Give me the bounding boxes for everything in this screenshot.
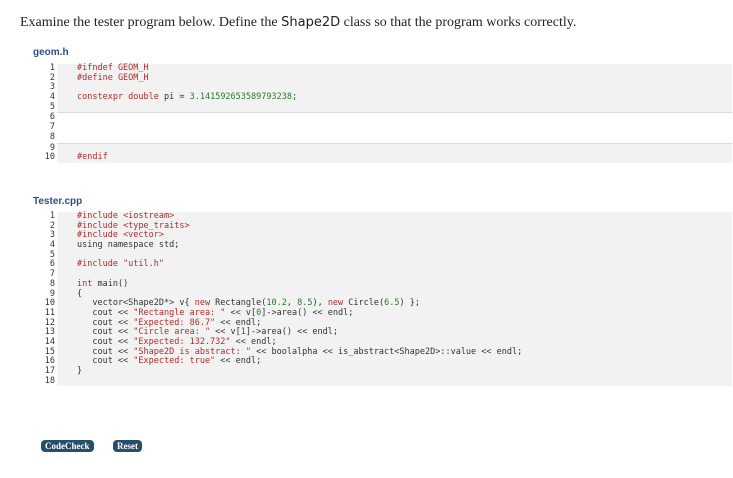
geom-file-label: geom.h xyxy=(33,47,69,58)
code-token: <vector> xyxy=(123,230,165,241)
code-token: new xyxy=(327,298,344,309)
reset-button[interactable]: Reset xyxy=(113,440,142,452)
code-token: ) }; xyxy=(399,298,420,309)
code-token: ]->area() << endl; xyxy=(261,307,354,318)
code-token: ]->area() << endl; xyxy=(245,327,339,338)
code-token: using namespace std; xyxy=(77,240,180,251)
code-token: 3.141592653589793238 xyxy=(189,92,292,103)
codecheck-button[interactable]: CodeCheck xyxy=(41,440,94,452)
code-token: #define GEOM_H xyxy=(77,72,149,83)
geom-code-panel: 1 #ifndef GEOM_H 2 #define GEOM_H 3 4 const… xyxy=(45,63,732,163)
code-token: << endl; xyxy=(215,317,262,328)
code-token: #include xyxy=(77,211,124,221)
code-line: 6 #include "util.h" xyxy=(50,259,732,270)
line-number: 10 xyxy=(44,152,55,163)
code-token: #include xyxy=(77,259,124,270)
code-line: 1 #ifndef GEOM_H xyxy=(50,63,732,74)
code-line: 8 int main() xyxy=(50,278,732,290)
code-token: Circle( xyxy=(343,298,385,309)
code-token: cout << xyxy=(77,346,134,357)
code-token: ; xyxy=(291,92,298,103)
code-line: 9 xyxy=(50,143,732,154)
code-token: int xyxy=(77,278,93,289)
line-number: 8 xyxy=(49,131,55,142)
code-line: 5 xyxy=(50,102,732,113)
code-token: <iostream> xyxy=(123,211,175,221)
prompt-text-before: Examine the tester program below. Define… xyxy=(20,15,282,30)
code-token: #endif xyxy=(77,152,108,163)
code-token: "Expected: 86.7" xyxy=(133,317,216,328)
code-token: cout << xyxy=(77,317,134,328)
code-line: 18 xyxy=(45,376,732,387)
code-token: 10.2 xyxy=(266,298,287,309)
editable-code-area[interactable]: 6 7 8 xyxy=(50,112,732,144)
code-token: } xyxy=(77,366,83,376)
code-token: "Shape2D is abstract: " xyxy=(133,346,251,357)
code-token: , xyxy=(286,298,298,309)
code-line: 2 #define GEOM_H xyxy=(50,72,732,84)
code-line: 7 xyxy=(50,269,732,280)
code-line: 6 xyxy=(50,113,732,123)
code-line: 8 xyxy=(50,132,732,143)
code-token: #include xyxy=(77,220,124,231)
code-line: 17} xyxy=(45,366,732,377)
code-line: 4 using namespace std; xyxy=(50,240,732,251)
code-token: constexpr double xyxy=(77,92,159,103)
code-token: vector<Shape2D*> v{ xyxy=(77,298,195,309)
code-token: "Rectangle area: " xyxy=(133,307,226,318)
code-token: "Circle area: " xyxy=(133,327,211,338)
problem-statement: Examine the tester program below. Define… xyxy=(20,15,576,31)
code-line: 7 xyxy=(50,122,732,133)
code-line: 4 constexpr double pi = 3.141592653589793… xyxy=(50,92,732,103)
code-token: 6.5 xyxy=(384,298,400,309)
line-number: 5 xyxy=(49,101,55,112)
code-token: cout << xyxy=(77,327,134,338)
code-token: << endl; xyxy=(230,336,277,347)
class-name: Shape2D xyxy=(281,15,341,30)
code-token: << endl; xyxy=(215,356,262,367)
prompt-text-after: class so that the program works correctl… xyxy=(340,15,577,30)
code-token: << v[ xyxy=(225,307,257,318)
code-token: ), xyxy=(312,298,328,309)
code-token: pi = xyxy=(158,92,190,103)
code-token: "util.h" xyxy=(123,259,165,270)
code-token: main() xyxy=(92,278,129,289)
code-token: << boolalpha << is_abstract<Shape2D>::va… xyxy=(251,346,523,357)
code-token: Rectangle( xyxy=(210,298,267,309)
code-token: cout << xyxy=(77,336,134,347)
code-line: 16 cout << "Expected: true" << endl; xyxy=(45,356,732,367)
code-token: #include xyxy=(77,230,124,241)
code-line: 10 #endif xyxy=(45,152,732,163)
tester-code-panel: 1 #include <iostream> 2 #include <type_tra… xyxy=(45,211,732,387)
code-token: "Expected: 132.732" xyxy=(133,336,231,347)
code-token: <type_traits> xyxy=(123,220,190,231)
line-number: 18 xyxy=(44,375,55,386)
code-token: << v[ xyxy=(210,327,241,338)
code-token: #ifndef GEOM_H xyxy=(77,63,149,73)
tester-file-label: Tester.cpp xyxy=(33,196,83,207)
code-token: cout << xyxy=(77,356,134,367)
code-token: 8.5 xyxy=(297,298,313,309)
code-token: cout << xyxy=(77,307,134,318)
code-token: new xyxy=(194,298,211,309)
code-token: "Expected: true" xyxy=(133,356,216,367)
